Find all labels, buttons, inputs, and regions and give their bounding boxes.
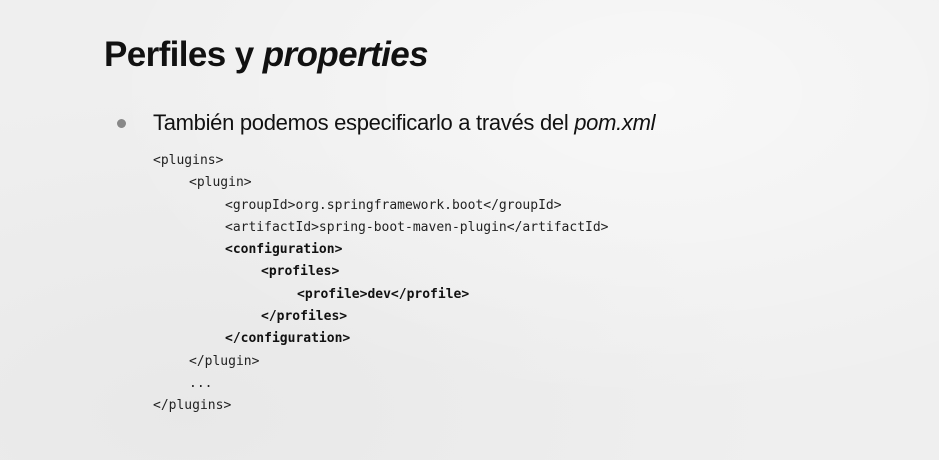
code-line: </plugin> [189, 353, 260, 369]
bullet-text-italic: pom.xml [574, 110, 656, 135]
code-line: </profiles> [261, 309, 348, 325]
code-line: </configuration> [225, 331, 351, 347]
code-line: <profiles> [261, 264, 340, 280]
code-line: <plugin> [189, 175, 252, 191]
code-line: </plugins> [153, 398, 232, 414]
slide-title-italic: properties [262, 35, 429, 74]
slide-title: Perfiles y properties [104, 34, 429, 76]
code-line: <plugins> [153, 153, 224, 168]
slide: Perfiles y properties También podemos es… [0, 0, 939, 460]
bullet-text-main: También podemos especificarlo a través d… [153, 110, 575, 135]
code-line: <configuration> [225, 242, 343, 258]
code-line: ... [189, 375, 213, 391]
code-line: <artifactId>spring-boot-maven-plugin</ar… [225, 219, 609, 235]
bullet-item: También podemos especificarlo a través d… [117, 108, 656, 138]
code-block: <plugins> <plugin> <groupId>org.springfram… [153, 150, 609, 418]
bullet-dot-icon [117, 118, 126, 128]
code-line: <profile>dev</profile> [297, 286, 470, 302]
code-line: <groupId>org.springframework.boot</group… [225, 197, 562, 213]
slide-title-main: Perfiles y [104, 35, 263, 74]
bullet-text: También podemos especificarlo a través d… [153, 110, 656, 136]
